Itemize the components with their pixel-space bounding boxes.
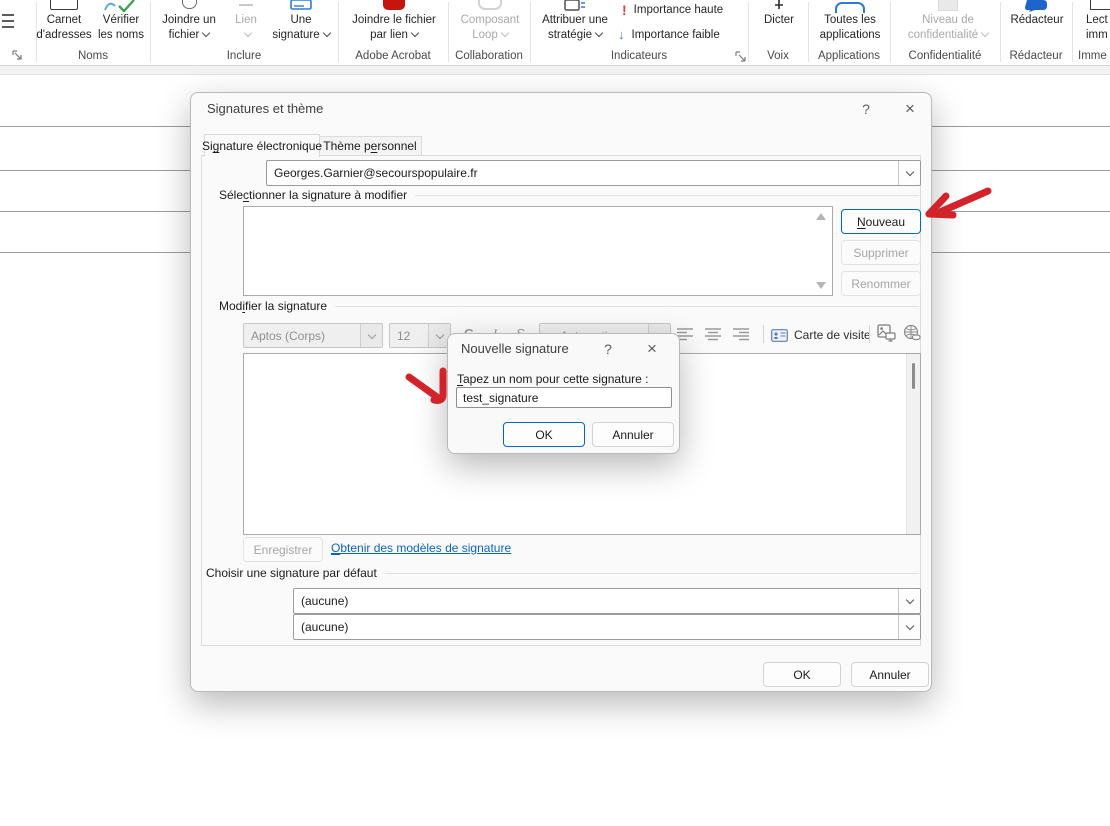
address-book-button[interactable]: Carnet d'adresses [38, 0, 90, 48]
dialog-launcher-icon[interactable] [735, 51, 746, 62]
new-signature-cancel-button[interactable]: Annuler [592, 422, 674, 447]
edit-signature-section-header: Modifier la signature [219, 299, 919, 313]
dialog-cancel-button[interactable]: Annuler [851, 662, 929, 687]
business-card-icon [771, 329, 788, 342]
default-signature-section-header: Choisir une signature par défaut [206, 566, 919, 580]
close-icon[interactable]: × [898, 98, 922, 120]
chevron-down-icon [322, 29, 330, 37]
font-size-select: 12 [389, 323, 451, 348]
signature-button[interactable]: Une signature [266, 0, 336, 48]
new-signature-ok-button[interactable]: OK [503, 422, 585, 447]
group-label-redacteur: Rédacteur [1000, 50, 1072, 62]
dictate-button[interactable]: Dicter [752, 0, 806, 48]
loop-icon [478, 0, 502, 10]
bullet-list-lines [2, 14, 14, 28]
insert-image-icon[interactable] [877, 324, 896, 342]
sensitivity-button: Niveau de confidentialité [896, 0, 1000, 48]
insert-link-icon[interactable] [903, 324, 921, 342]
group-label-adobe: Adobe Acrobat [338, 50, 448, 62]
chevron-down-icon[interactable] [898, 589, 920, 613]
scroll-up-icon[interactable] [816, 213, 826, 220]
chevron-down-icon [501, 29, 509, 37]
adobe-attach-link-button[interactable]: Joindre le fichier par lien [342, 0, 446, 48]
save-signature-button: Enregistrer [243, 537, 323, 562]
loop-component-button: Composant Loop [452, 0, 528, 48]
font-family-select: Aptos (Corps) [243, 323, 383, 348]
rename-signature-button: Renommer [841, 271, 921, 296]
immersive-reader-icon [1090, 0, 1110, 10]
new-messages-select[interactable]: (aucune) [293, 588, 921, 614]
signature-name-prompt: Tapez un nom pour cette signature : [457, 372, 648, 386]
new-signature-button[interactable]: Nouveau [841, 209, 921, 234]
chevron-down-icon[interactable] [898, 161, 920, 185]
paperclip-icon [182, 0, 197, 9]
replies-select[interactable]: (aucune) [293, 614, 921, 640]
chevron-down-icon [244, 29, 252, 37]
chevron-down-icon [360, 324, 382, 347]
link-icon [239, 4, 253, 6]
dialog-launcher-icon[interactable] [12, 50, 23, 61]
group-label-inclure: Inclure [150, 50, 338, 62]
importance-high-icon: ! [622, 3, 627, 17]
business-card-button[interactable]: Carte de visite [771, 324, 871, 346]
editor-scrollbar[interactable] [906, 354, 920, 534]
close-icon[interactable]: × [640, 338, 664, 360]
importance-low-button[interactable]: ↓ Importance faible [618, 28, 720, 42]
select-signature-section-header: Sélectionner la signature à modifier [219, 188, 919, 202]
dialog-title: Nouvelle signature [461, 341, 569, 356]
microphone-icon [773, 0, 785, 12]
signature-list[interactable] [243, 206, 833, 296]
align-right-icon [733, 328, 750, 341]
signature-icon [290, 0, 312, 12]
new-signature-dialog: Nouvelle signature ? × Tapez un nom pour… [447, 333, 680, 454]
ribbon: Carnet d'adresses Vérifier les noms Noms… [0, 0, 1110, 65]
link-button: Lien [228, 0, 264, 48]
group-label-confidentialite: Confidentialité [890, 50, 1000, 62]
dialog-ok-button[interactable]: OK [763, 662, 841, 687]
chevron-down-icon [202, 29, 210, 37]
adobe-acrobat-icon [383, 0, 405, 10]
sensitivity-icon [938, 0, 958, 11]
importance-low-icon: ↓ [618, 28, 625, 42]
tab-signature-electronique[interactable]: Signature électronique [204, 134, 320, 157]
group-label-immersive: Imme [1078, 50, 1107, 62]
chevron-down-icon [981, 29, 989, 37]
chevron-down-icon [411, 29, 419, 37]
group-label-voix: Voix [748, 50, 808, 62]
align-center-icon [705, 328, 722, 341]
editor-icon [1025, 0, 1049, 12]
get-templates-link[interactable]: Obtenir des modèles de signature [331, 541, 511, 555]
dialog-title: Signatures et thème [207, 101, 323, 116]
scroll-down-icon[interactable] [816, 282, 826, 289]
address-book-icon [50, 0, 78, 10]
scrollbar-thumb[interactable] [912, 363, 915, 389]
help-icon[interactable]: ? [596, 338, 620, 360]
immersive-reader-button[interactable]: Lect imm [1078, 0, 1110, 48]
check-names-button[interactable]: Vérifier les noms [92, 0, 150, 48]
importance-high-button[interactable]: ! Importance haute [622, 3, 723, 17]
group-label-collaboration: Collaboration [448, 50, 530, 62]
assign-policy-button[interactable]: Attribuer une stratégie [534, 0, 616, 48]
chevron-down-icon [595, 29, 603, 37]
attach-file-button[interactable]: Joindre un fichier [152, 0, 226, 48]
account-select[interactable]: Georges.Garnier@secourspopulaire.fr [266, 160, 921, 186]
group-label-applications: Applications [808, 50, 890, 62]
editor-button[interactable]: Rédacteur [1004, 0, 1070, 48]
delete-signature-button: Supprimer [841, 240, 921, 265]
group-label-noms: Noms [36, 50, 150, 62]
tab-theme-personnel[interactable]: Thème personnel [318, 136, 422, 155]
signature-name-input[interactable] [456, 387, 672, 408]
help-icon[interactable]: ? [854, 98, 878, 120]
ribbon-bottom-strip [0, 65, 1110, 75]
all-apps-button[interactable]: Toutes les applications [810, 0, 890, 48]
policy-icon [564, 0, 586, 12]
apps-icon [835, 2, 865, 13]
check-names-icon [103, 0, 139, 12]
group-label-indicateurs: Indicateurs [530, 50, 748, 62]
chevron-down-icon[interactable] [898, 615, 920, 639]
